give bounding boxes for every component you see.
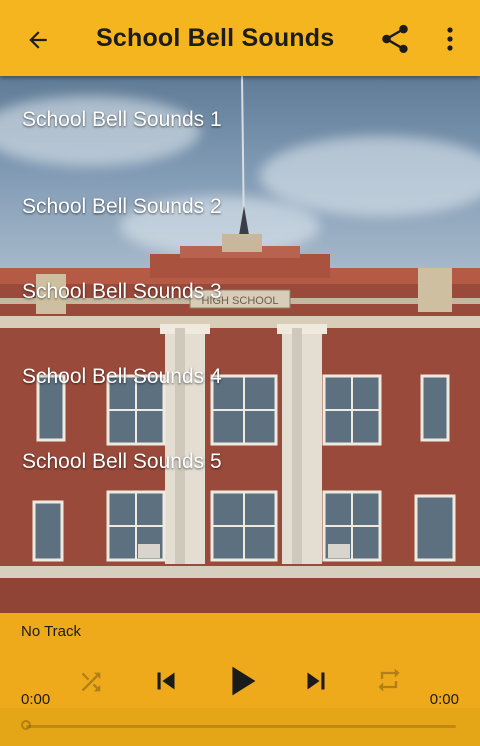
list-item[interactable]: School Bell Sounds 1 xyxy=(0,76,480,164)
shuffle-button[interactable] xyxy=(74,665,108,699)
seek-thumb[interactable] xyxy=(21,720,31,730)
app-toolbar: School Bell Sounds xyxy=(0,0,480,76)
repeat-button[interactable] xyxy=(372,663,406,697)
repeat-icon xyxy=(378,668,400,692)
page-title: School Bell Sounds xyxy=(96,24,335,52)
overflow-menu-button[interactable] xyxy=(438,22,462,56)
play-button[interactable] xyxy=(216,655,268,707)
sound-list: School Bell Sounds 1 School Bell Sounds … xyxy=(0,76,480,504)
previous-button[interactable] xyxy=(146,661,186,701)
share-icon xyxy=(382,24,408,54)
track-title: No Track xyxy=(21,623,82,640)
skip-next-icon xyxy=(307,672,325,690)
share-button[interactable] xyxy=(378,22,412,56)
next-button[interactable] xyxy=(296,661,336,701)
list-item[interactable]: School Bell Sounds 3 xyxy=(0,249,480,334)
skip-previous-icon xyxy=(157,672,175,690)
more-vertical-icon xyxy=(447,27,453,51)
list-item[interactable]: School Bell Sounds 2 xyxy=(0,164,480,249)
media-player-bar: No Track 0:00 0:00 xyxy=(0,613,480,746)
total-duration: 0:00 xyxy=(429,691,459,708)
list-item[interactable]: School Bell Sounds 5 xyxy=(0,419,480,504)
arrow-left-icon xyxy=(29,31,47,49)
shuffle-icon xyxy=(81,672,101,692)
back-button[interactable] xyxy=(18,20,58,60)
seek-bar[interactable] xyxy=(21,720,456,730)
elapsed-time: 0:00 xyxy=(21,691,51,708)
list-item[interactable]: School Bell Sounds 4 xyxy=(0,334,480,419)
play-icon xyxy=(232,666,256,696)
